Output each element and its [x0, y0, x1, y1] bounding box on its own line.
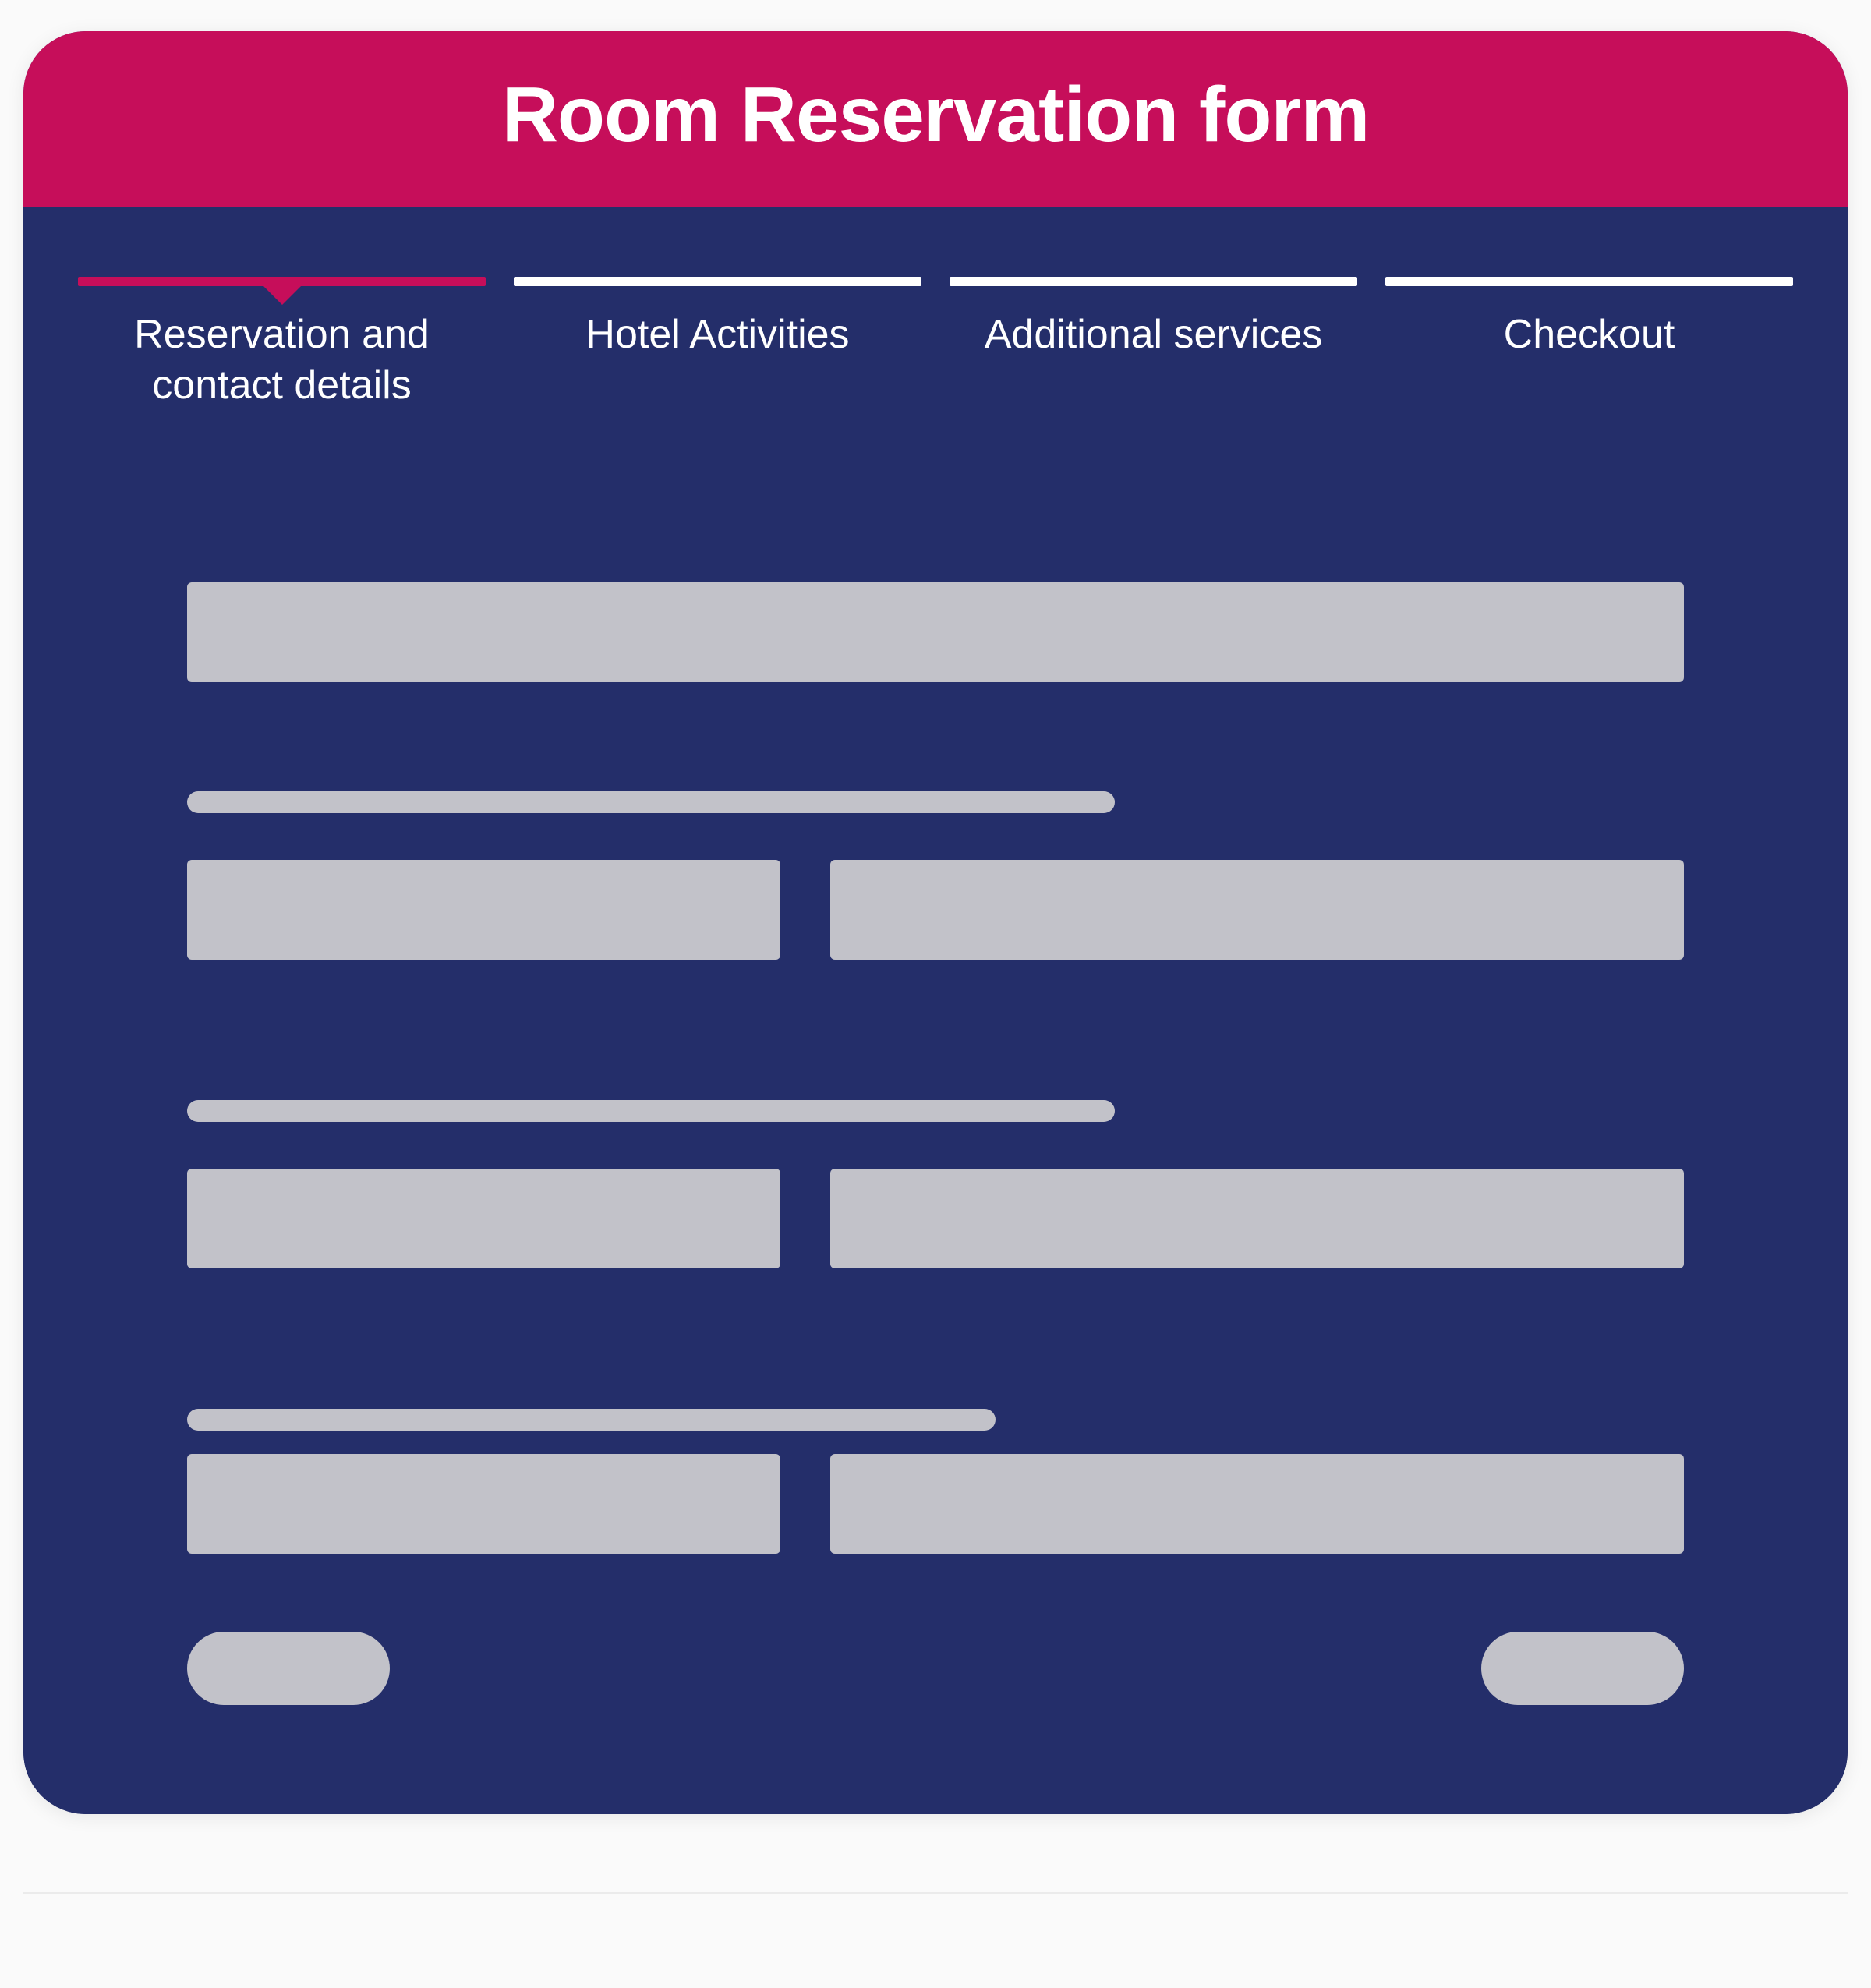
form-row: [187, 860, 1684, 960]
step-checkout[interactable]: Checkout: [1385, 277, 1793, 411]
step-tabs: Reservation and contact details Hotel Ac…: [78, 277, 1793, 411]
next-button[interactable]: [1481, 1632, 1684, 1705]
form-label-placeholder: [187, 1100, 1115, 1122]
form-label-placeholder: [187, 1409, 996, 1431]
form-input[interactable]: [830, 860, 1684, 960]
step-label: Reservation and contact details: [78, 310, 486, 411]
step-additional-services[interactable]: Additional services: [950, 277, 1357, 411]
step-label: Checkout: [1385, 310, 1793, 360]
step-label: Hotel Activities: [514, 310, 921, 360]
step-bar: [1385, 277, 1793, 286]
page-title: Room Reservation form: [39, 70, 1832, 160]
step-bar: [950, 277, 1357, 286]
card-header: Room Reservation form: [23, 31, 1848, 207]
step-hotel-activities[interactable]: Hotel Activities: [514, 277, 921, 411]
form-input-fullwidth[interactable]: [187, 582, 1684, 682]
form-row: [187, 1454, 1684, 1554]
divider: [23, 1892, 1848, 1894]
reservation-card: Room Reservation form Reservation and co…: [23, 31, 1848, 1814]
step-reservation-contact[interactable]: Reservation and contact details: [78, 277, 486, 411]
form-input[interactable]: [187, 860, 780, 960]
form-row: [187, 1169, 1684, 1268]
back-button[interactable]: [187, 1632, 390, 1705]
form-area: [78, 411, 1793, 1721]
form-input[interactable]: [830, 1169, 1684, 1268]
form-input[interactable]: [830, 1454, 1684, 1554]
step-label: Additional services: [950, 310, 1357, 360]
button-row: [187, 1632, 1684, 1721]
form-input[interactable]: [187, 1454, 780, 1554]
step-bar-active: [78, 277, 486, 286]
step-bar: [514, 277, 921, 286]
form-label-placeholder: [187, 791, 1115, 813]
form-input[interactable]: [187, 1169, 780, 1268]
card-body: Reservation and contact details Hotel Ac…: [23, 207, 1848, 1814]
